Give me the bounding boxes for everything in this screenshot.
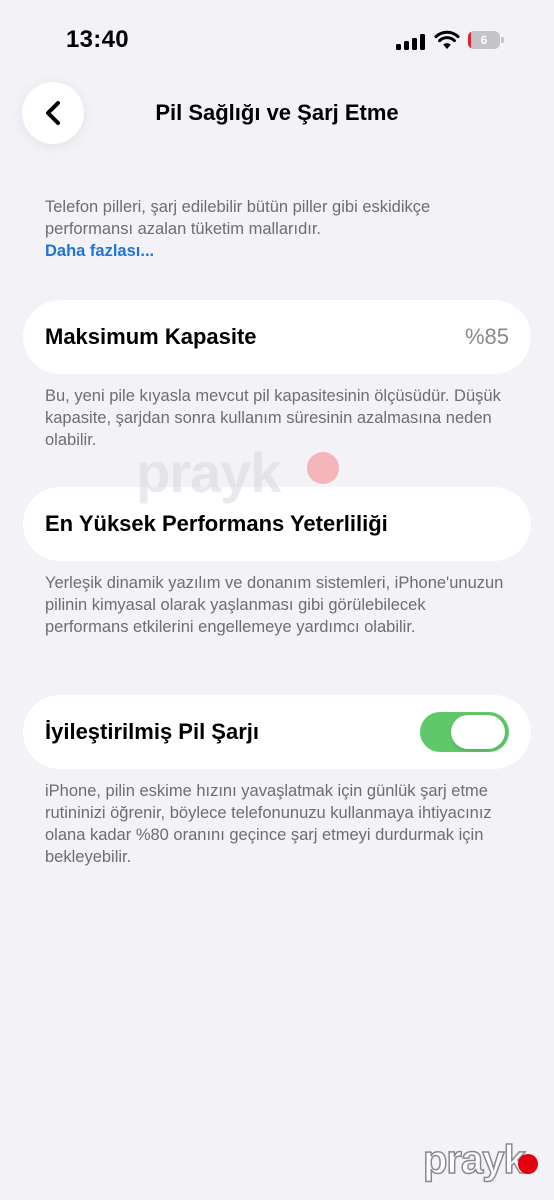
optimized-charging-footnote: iPhone, pilin eskime hızını yavaşlatmak …	[45, 782, 492, 866]
watermark-dot-center	[307, 452, 339, 484]
learn-more-link[interactable]: Daha fazlası...	[45, 242, 154, 260]
max-capacity-value: %85	[464, 324, 509, 349]
peak-performance-footnote: Yerleşik dinamik yazılım ve donanım sist…	[45, 574, 504, 636]
wifi-icon	[434, 30, 460, 49]
watermark-corner: prayk	[422, 1137, 526, 1183]
toggle-knob	[451, 715, 505, 749]
intro-text: Telefon pilleri, şarj edilebilir bütün p…	[45, 196, 505, 262]
max-capacity-label: Maksimum Kapasite	[45, 324, 257, 349]
cellular-signal-icon	[396, 34, 426, 50]
battery-icon: 6	[468, 31, 504, 49]
watermark-center: prayk	[136, 441, 281, 504]
intro-description: Telefon pilleri, şarj edilebilir bütün p…	[45, 198, 431, 238]
optimized-charging-label: İyileştirilmiş Pil Şarjı	[45, 719, 259, 744]
max-capacity-row: Maksimum Kapasite %85	[23, 300, 531, 374]
watermark-dot-corner	[518, 1154, 538, 1174]
optimized-charging-row: İyileştirilmiş Pil Şarjı	[23, 695, 531, 769]
battery-level: 6	[480, 33, 488, 47]
page-title: Pil Sağlığı ve Şarj Etme	[155, 100, 399, 125]
status-time: 13:40	[66, 26, 129, 53]
status-bar: 13:40 6	[0, 0, 554, 80]
optimized-charging-toggle[interactable]	[420, 712, 509, 752]
